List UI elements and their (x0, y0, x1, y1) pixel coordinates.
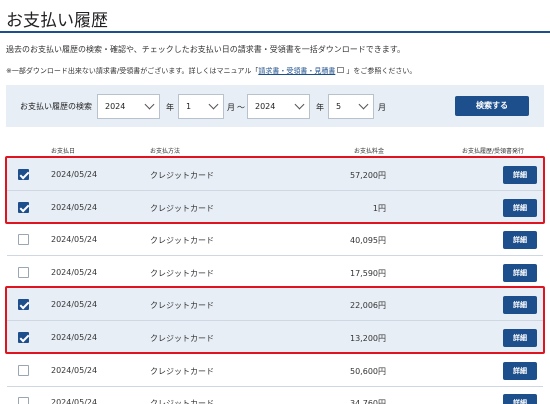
row-checkbox[interactable] (18, 266, 29, 278)
to-month-value: 5 (336, 102, 342, 111)
to-year-select[interactable]: 2024 (247, 94, 310, 119)
detail-button[interactable]: 詳細 (503, 296, 537, 315)
table-row: 2024/05/24 クレジットカード 40,095円 詳細 (7, 223, 543, 257)
row-date: 2024/05/24 (51, 170, 98, 179)
row-method: クレジットカード (150, 171, 214, 180)
manual-note: ※一部ダウンロード出来ない請求書/受領書がございます。詳しくはマニュアル「請求書… (6, 66, 416, 76)
table-row: 2024/05/24 クレジットカード 22,006円 詳細 (7, 288, 543, 322)
row-date: 2024/05/24 (51, 300, 98, 310)
table-row: 2024/05/24 クレジットカード 34,760円 詳細 (7, 386, 543, 404)
row-amount: 1円 (372, 203, 386, 213)
row-checkbox[interactable] (18, 234, 29, 246)
table-row: 2024/05/24 クレジットカード 1円 詳細 (7, 190, 543, 224)
header-method: お支払方法 (150, 148, 181, 155)
header-amount: お支払料金 (354, 148, 385, 155)
detail-button[interactable]: 詳細 (503, 231, 537, 250)
row-date: 2024/05/24 (51, 333, 98, 342)
row-date: 2024/05/24 (51, 267, 98, 277)
row-checkbox[interactable] (18, 332, 29, 343)
row-checkbox[interactable] (18, 364, 29, 376)
row-date: 2024/05/24 (51, 398, 98, 404)
row-date: 2024/05/24 (51, 202, 98, 212)
search-button[interactable]: 検索する (455, 96, 529, 116)
row-amount: 22,006円 (350, 301, 386, 311)
row-checkbox[interactable] (18, 397, 29, 404)
external-link-icon (337, 67, 345, 73)
row-method: クレジットカード (150, 334, 214, 343)
note-suffix: 」をご参照ください。 (346, 67, 417, 75)
detail-button[interactable]: 詳細 (503, 263, 537, 282)
page-description: 過去のお支払い履歴の検索・確認や、チェックしたお支払い日の請求書・受領書を一括ダ… (6, 45, 405, 54)
from-month-value: 1 (186, 102, 192, 111)
chevron-down-icon (358, 99, 369, 110)
detail-button[interactable]: 詳細 (503, 329, 537, 347)
table-row: 2024/05/24 クレジットカード 50,600円 詳細 (7, 354, 543, 387)
range-tilde: 〜 (237, 103, 245, 112)
row-method: クレジットカード (150, 268, 214, 278)
detail-button[interactable]: 詳細 (503, 394, 537, 404)
from-year-select[interactable]: 2024 (97, 94, 160, 119)
row-method: クレジットカード (150, 366, 214, 376)
row-amount: 17,590円 (350, 268, 386, 278)
row-amount: 40,095円 (350, 236, 386, 246)
row-amount: 57,200円 (350, 171, 386, 180)
page-title: お支払い履歴 (6, 11, 108, 31)
detail-button[interactable]: 詳細 (503, 361, 537, 380)
row-checkbox[interactable] (18, 169, 29, 180)
chevron-down-icon (144, 99, 155, 110)
row-method: クレジットカード (150, 236, 214, 246)
row-amount: 13,200円 (350, 334, 386, 343)
search-panel: お支払い履歴の検索 2024 年 1 月 〜 2024 年 5 月 検索する (6, 85, 544, 127)
row-checkbox[interactable] (18, 299, 29, 311)
to-year-value: 2024 (255, 102, 276, 111)
title-divider (0, 31, 550, 33)
table-row: 2024/05/24 クレジットカード 13,200円 詳細 (7, 321, 543, 354)
row-amount: 50,600円 (350, 366, 386, 376)
row-method: クレジットカード (150, 203, 214, 213)
table-row: 2024/05/24 クレジットカード 17,590円 詳細 (7, 256, 543, 289)
note-prefix: ※一部ダウンロード出来ない請求書/受領書がございます。詳しくはマニュアル「 (6, 67, 259, 75)
month-unit-1: 月 (227, 103, 235, 112)
chevron-down-icon (294, 99, 305, 110)
year-unit-2: 年 (316, 103, 324, 112)
detail-button[interactable]: 詳細 (503, 166, 537, 184)
row-date: 2024/05/24 (51, 235, 98, 245)
row-method: クレジットカード (150, 399, 214, 404)
search-label: お支払い履歴の検索 (20, 102, 92, 111)
row-checkbox[interactable] (18, 201, 29, 213)
row-amount: 34,760円 (350, 399, 386, 404)
year-unit-1: 年 (166, 103, 174, 112)
month-unit-2: 月 (378, 103, 386, 112)
detail-button[interactable]: 詳細 (503, 198, 537, 217)
header-issue: お支払履歴/受領書発行 (462, 148, 525, 155)
table-row: 2024/05/24 クレジットカード 57,200円 詳細 (7, 158, 543, 191)
manual-link[interactable]: 請求書・受領書・見積書 (258, 67, 335, 75)
row-date: 2024/05/24 (51, 365, 98, 375)
to-month-select[interactable]: 5 (328, 94, 374, 119)
header-date: お支払日 (51, 148, 76, 155)
row-method: クレジットカード (150, 301, 214, 311)
from-year-value: 2024 (105, 102, 126, 111)
from-month-select[interactable]: 1 (178, 94, 224, 119)
chevron-down-icon (208, 99, 219, 110)
